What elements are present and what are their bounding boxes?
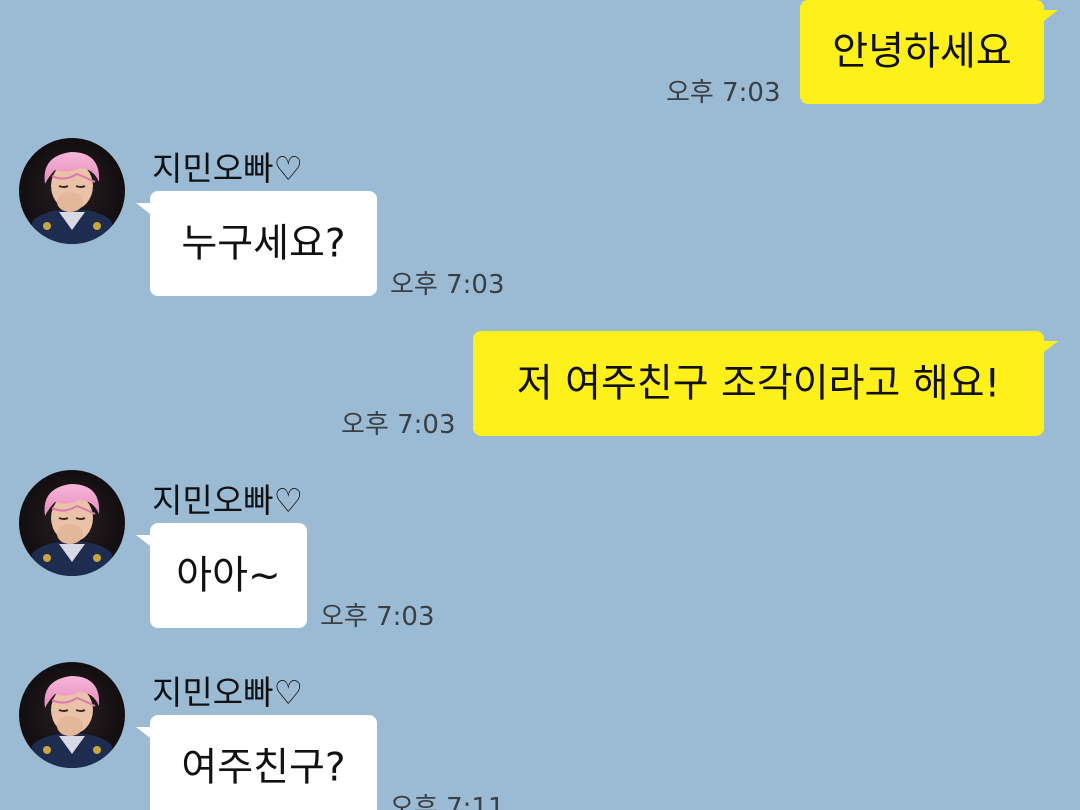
sender-name: 지민오빠♡ (152, 481, 304, 520)
received-message-bubble[interactable]: 누구세요? (136, 191, 377, 296)
message-timestamp: 오후 7:03 (320, 602, 435, 632)
message-text: 아아~ (176, 553, 281, 598)
message-timestamp: 오후 7:03 (341, 410, 456, 440)
profile-photo-icon (19, 138, 125, 244)
sent-message-bubble[interactable]: 안녕하세요 (800, 0, 1058, 104)
message-text: 안녕하세요 (832, 29, 1012, 75)
bubble-tail (136, 727, 154, 741)
sender-name: 지민오빠♡ (152, 149, 304, 188)
message-text: 저 여주친구 조각이라고 해요! (516, 361, 1001, 406)
contact-avatar[interactable] (19, 662, 125, 768)
bubble-tail (136, 203, 154, 217)
contact-avatar[interactable] (19, 470, 125, 576)
sender-name: 지민오빠♡ (152, 673, 304, 712)
message-timestamp: 오후 7:03 (666, 78, 781, 108)
message-timestamp: 오후 7:03 (390, 270, 505, 300)
sent-message-bubble[interactable]: 저 여주친구 조각이라고 해요! (473, 331, 1058, 436)
message-timestamp: 오후 7:11 (390, 793, 505, 810)
profile-photo-icon (19, 470, 125, 576)
received-message-bubble[interactable]: 여주친구? (136, 715, 377, 810)
chat-area[interactable]: 오후 7:03 안녕하세요 지민오빠♡ 누구세요? 오후 7:03 오후 7:0… (0, 0, 1080, 810)
bubble-tail (1040, 341, 1058, 355)
received-message-bubble[interactable]: 아아~ (136, 523, 307, 628)
contact-avatar[interactable] (19, 138, 125, 244)
bubble-tail (1040, 10, 1058, 24)
bubble-tail (136, 535, 154, 549)
profile-photo-icon (19, 662, 125, 768)
message-text: 누구세요? (181, 221, 346, 266)
message-text: 여주친구? (181, 745, 346, 790)
